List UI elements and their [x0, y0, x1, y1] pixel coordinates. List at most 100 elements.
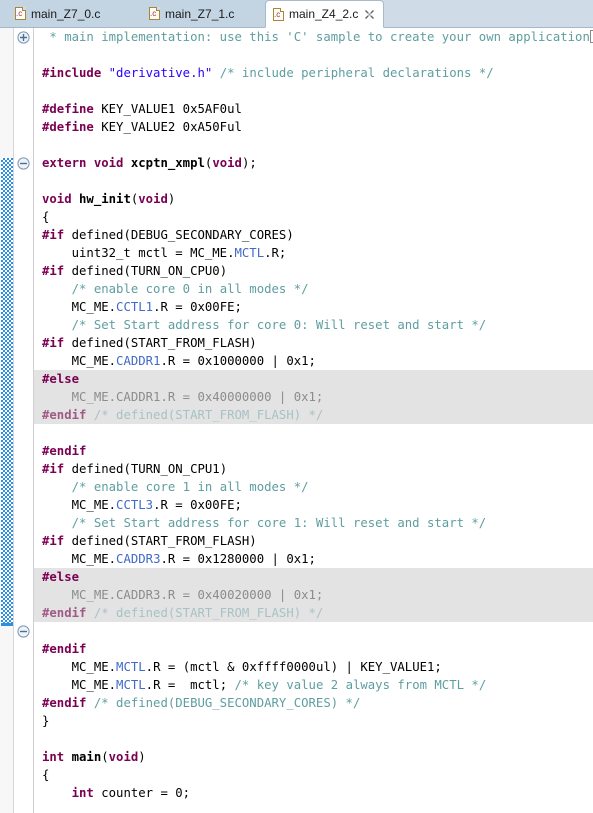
code-token: defined(TURN_ON_CPU1) [64, 462, 227, 476]
code-line[interactable]: extern void xcptn_xmpl(void); [34, 154, 593, 172]
code-token: counter = 0; [94, 786, 190, 800]
annotation-ruler[interactable] [0, 28, 14, 813]
code-token: void [109, 750, 139, 764]
code-line[interactable]: #else [34, 370, 593, 388]
code-token: void [212, 156, 242, 170]
fold-collapse-icon[interactable] [17, 157, 30, 170]
close-icon[interactable] [364, 9, 375, 20]
code-line[interactable]: /* Set Start address for core 0: Will re… [34, 316, 593, 334]
code-line[interactable]: #define KEY_VALUE2 0xA50Ful [34, 118, 593, 136]
code-line[interactable] [34, 622, 593, 640]
editor-tab-main_Z7_0-c[interactable]: main_Z7_0.c [8, 0, 108, 27]
code-line[interactable]: { [34, 208, 593, 226]
code-token: ( [101, 750, 108, 764]
code-line[interactable] [34, 82, 593, 100]
code-token [212, 66, 219, 80]
code-line[interactable]: MC_ME.MCTL.R = mctl; /* key value 2 alwa… [34, 676, 593, 694]
fold-expand-icon[interactable] [17, 31, 30, 44]
code-line[interactable]: /* enable core 0 in all modes */ [34, 280, 593, 298]
code-token: MC_ME. [42, 678, 116, 692]
code-line[interactable] [34, 802, 593, 813]
code-line[interactable]: #endif [34, 640, 593, 658]
code-line[interactable]: #include "derivative.h" /* include perip… [34, 64, 593, 82]
code-token: main [72, 750, 102, 764]
code-line[interactable]: /* Set Start address for core 1: Will re… [34, 514, 593, 532]
code-line[interactable] [34, 46, 593, 64]
code-line[interactable]: #if defined(START_FROM_FLASH) [34, 334, 593, 352]
code-line[interactable]: void hw_init(void) [34, 190, 593, 208]
code-line[interactable]: #endif /* defined(DEBUG_SECONDARY_CORES)… [34, 694, 593, 712]
code-token: .R = 0x00FE; [153, 498, 242, 512]
code-line[interactable]: } [34, 712, 593, 730]
code-token: CADDR1 [116, 354, 160, 368]
code-line[interactable]: int main(void) [34, 748, 593, 766]
code-line[interactable]: MC_ME.CADDR1.R = 0x40000000 | 0x1; [34, 388, 593, 406]
code-line[interactable]: #if defined(START_FROM_FLASH) [34, 532, 593, 550]
code-token [42, 480, 72, 494]
code-line[interactable]: MC_ME.CADDR3.R = 0x40020000 | 0x1; [34, 586, 593, 604]
code-line[interactable]: MC_ME.CADDR3.R = 0x1280000 | 0x1; [34, 550, 593, 568]
code-token [42, 282, 72, 296]
code-line[interactable]: #endif [34, 442, 593, 460]
code-token: void [42, 192, 72, 206]
folding-margin[interactable] [15, 28, 33, 813]
eclipse-c-editor-window: main_Z7_0.c main_Z7_1.c main_Z4_2.c * main… [0, 0, 593, 813]
code-editor-area[interactable]: * main implementation: use this 'C' samp… [0, 28, 593, 813]
code-line[interactable]: MC_ME.MCTL.R = (mctl & 0xffff0000ul) | K… [34, 658, 593, 676]
c-file-icon [149, 7, 160, 20]
code-line[interactable]: uint32_t mctl = MC_ME.MCTL.R; [34, 244, 593, 262]
code-line[interactable]: MC_ME.CCTL1.R = 0x00FE; [34, 298, 593, 316]
code-line[interactable]: #endif /* defined(START_FROM_FLASH) */ [34, 604, 593, 622]
code-token: defined(DEBUG_SECONDARY_CORES) [64, 228, 294, 242]
code-line[interactable]: /* enable core 1 in all modes */ [34, 478, 593, 496]
code-token [64, 750, 71, 764]
code-line[interactable] [34, 424, 593, 442]
code-line[interactable]: #if defined(TURN_ON_CPU0) [34, 262, 593, 280]
editor-tab-main_Z7_1-c[interactable]: main_Z7_1.c [142, 0, 242, 27]
code-line[interactable] [34, 136, 593, 154]
code-line[interactable]: #else [34, 568, 593, 586]
code-token: /* key value 2 always from MCTL */ [235, 678, 487, 692]
code-line[interactable]: #if defined(TURN_ON_CPU1) [34, 460, 593, 478]
code-token: #endif [42, 642, 86, 656]
code-token: MC_ME.CADDR1.R = 0x40000000 | 0x1; [42, 390, 323, 404]
code-line[interactable]: MC_ME.CCTL3.R = 0x00FE; [34, 496, 593, 514]
code-token: MC_ME. [42, 300, 116, 314]
code-token [123, 156, 130, 170]
source-code-text[interactable]: * main implementation: use this 'C' samp… [34, 28, 593, 813]
code-token: /* enable core 1 in all modes */ [72, 480, 309, 494]
code-token: #endif [42, 606, 86, 620]
code-token: int [42, 750, 64, 764]
tab-label: main_Z7_1.c [165, 7, 234, 21]
code-token: ); [242, 156, 257, 170]
editor-tab-main_Z4_2-c[interactable]: main_Z4_2.c [265, 0, 384, 28]
code-token [42, 786, 72, 800]
code-token: { [42, 768, 49, 782]
code-line[interactable] [34, 172, 593, 190]
code-token: hw_init [79, 192, 131, 206]
tab-label: main_Z7_0.c [31, 7, 100, 21]
code-line[interactable]: MC_ME.CADDR1.R = 0x1000000 | 0x1; [34, 352, 593, 370]
code-token: } [42, 714, 49, 728]
code-token: #if [42, 462, 64, 476]
code-token [86, 408, 93, 422]
code-line[interactable]: { [34, 766, 593, 784]
code-token: defined(START_FROM_FLASH) [64, 534, 257, 548]
code-line[interactable] [34, 730, 593, 748]
code-token: .R = mctl; [146, 678, 235, 692]
code-token: #include [42, 66, 109, 80]
code-line[interactable]: * main implementation: use this 'C' samp… [34, 28, 593, 46]
code-token: MC_ME.CADDR3.R = 0x40020000 | 0x1; [42, 588, 323, 602]
code-token: CCTL1 [116, 300, 153, 314]
code-token: CADDR3 [116, 552, 160, 566]
code-line[interactable]: #if defined(DEBUG_SECONDARY_CORES) [34, 226, 593, 244]
code-line[interactable]: #define KEY_VALUE1 0x5AF0ul [34, 100, 593, 118]
code-token: /* Set Start address for core 0: Will re… [72, 318, 487, 332]
code-token: MCTL [235, 246, 265, 260]
fold-collapse-icon[interactable] [17, 625, 30, 638]
change-marker-cap [1, 623, 13, 626]
code-line[interactable]: int counter = 0; [34, 784, 593, 802]
code-token: MC_ME. [42, 354, 116, 368]
code-token: .R = 0x00FE; [153, 300, 242, 314]
code-line[interactable]: #endif /* defined(START_FROM_FLASH) */ [34, 406, 593, 424]
